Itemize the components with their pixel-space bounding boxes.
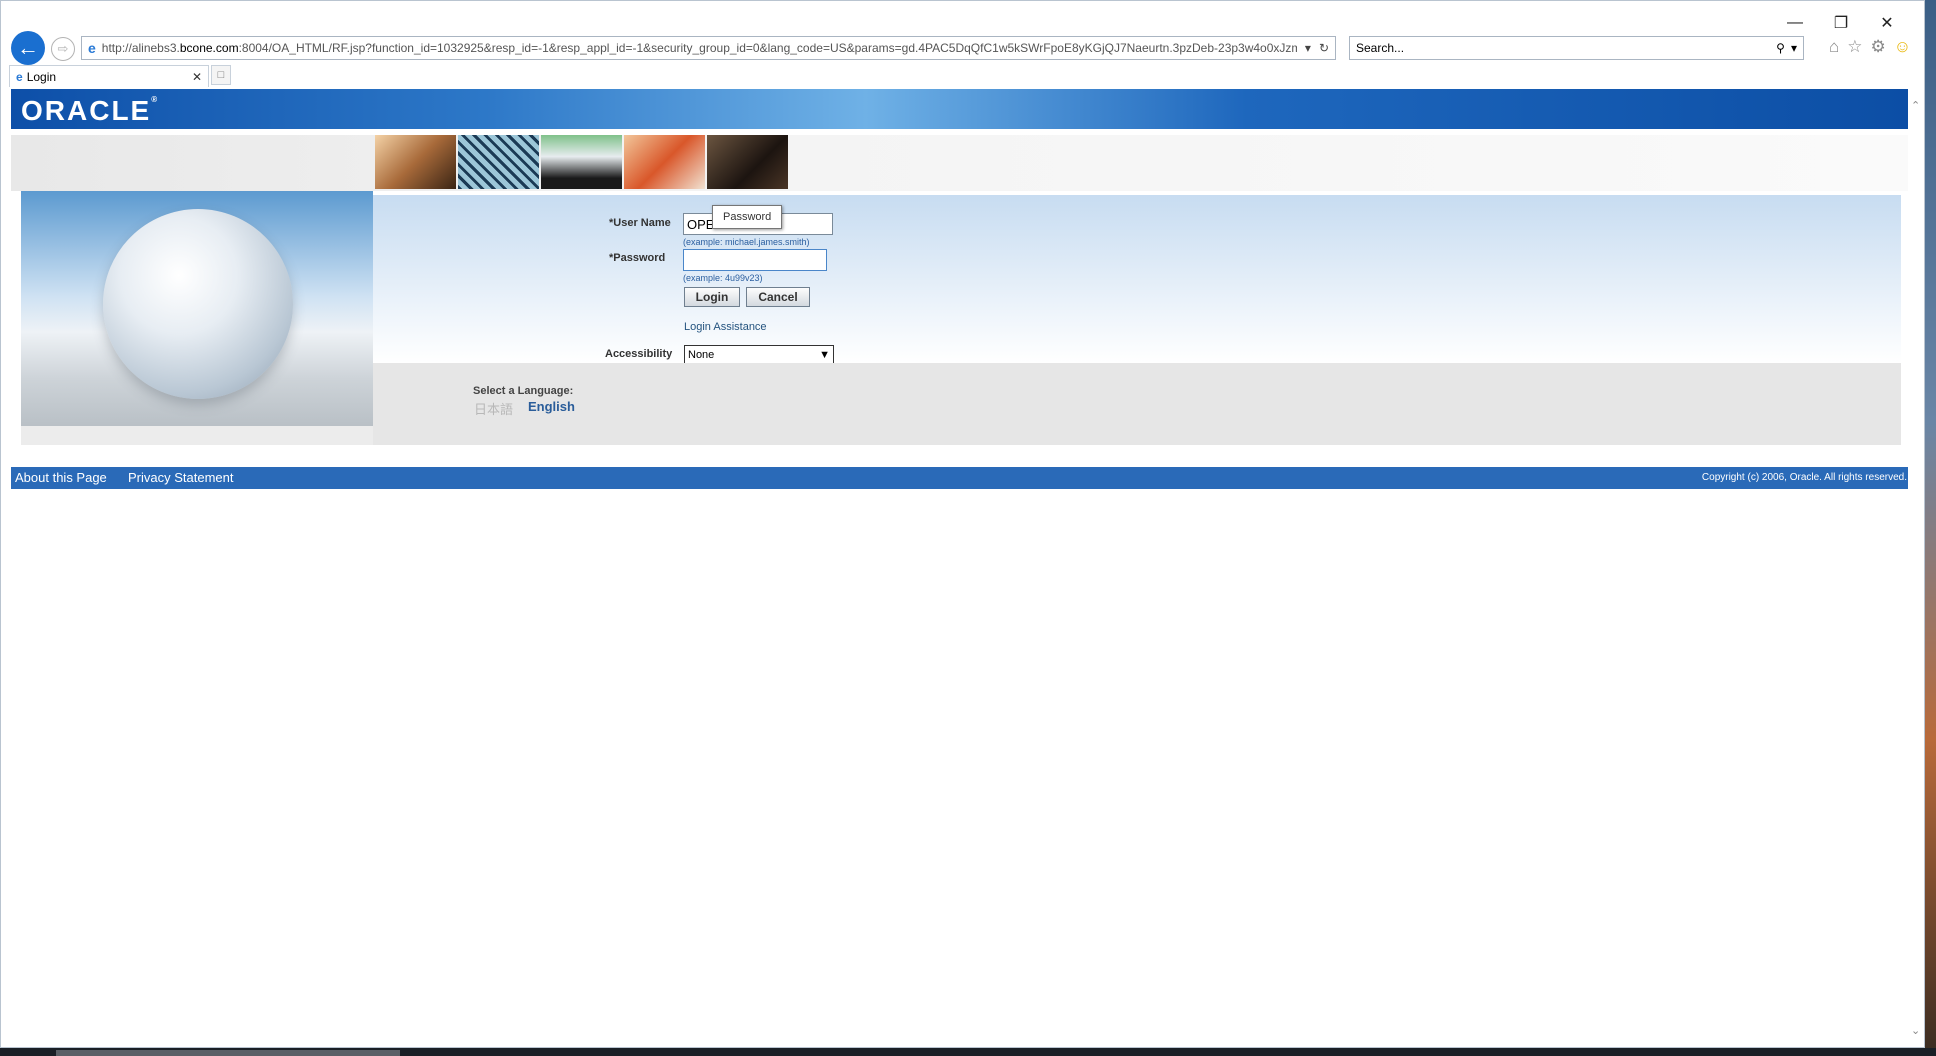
photo-worker: [541, 135, 622, 189]
hero-strip: [11, 135, 1911, 191]
tab-bar: e Login ✕ □: [9, 65, 231, 87]
language-japanese[interactable]: 日本語: [474, 399, 513, 418]
page-footer: About this Page Privacy Statement Copyri…: [11, 467, 1911, 489]
photo-businessman: [707, 135, 788, 189]
vertical-scrollbar[interactable]: ⌃ ⌄: [1908, 89, 1924, 1047]
settings-icon[interactable]: ⚙: [1871, 37, 1886, 57]
cancel-button[interactable]: Cancel: [746, 287, 810, 307]
left-lower-band: [21, 426, 373, 445]
ie-icon: e: [88, 40, 96, 56]
address-bar[interactable]: e http://alinebs3.bcone.com:8004/OA_HTML…: [81, 36, 1336, 60]
search-dropdown-icon[interactable]: ▾: [1791, 41, 1797, 55]
photo-support-agent: [624, 135, 705, 189]
password-hint: (example: 4u99v23): [683, 273, 763, 283]
smiley-icon[interactable]: ☺: [1894, 37, 1911, 57]
refresh-icon[interactable]: ↻: [1319, 41, 1329, 55]
home-icon[interactable]: ⌂: [1829, 37, 1839, 57]
globe-image: [103, 209, 293, 399]
favorites-icon[interactable]: ☆: [1847, 37, 1862, 57]
language-english[interactable]: English: [528, 399, 575, 414]
password-label: *Password: [609, 252, 666, 264]
globe-panel: [21, 191, 373, 426]
login-button[interactable]: Login: [684, 287, 740, 307]
dropdown-icon[interactable]: ▾: [1305, 41, 1311, 55]
username-label: *User Name: [609, 217, 671, 229]
photo-strip: [375, 135, 788, 189]
privacy-statement-link[interactable]: Privacy Statement: [128, 470, 234, 485]
password-tooltip: Password: [712, 205, 783, 229]
page-content: ORACLE® *User Name Password (example: mi…: [11, 89, 1911, 1047]
brand-header: ORACLE®: [11, 89, 1911, 129]
username-hint: (example: michael.james.smith): [683, 237, 810, 247]
url-text: http://alinebs3.bcone.com:8004/OA_HTML/R…: [101, 41, 1297, 55]
search-icon[interactable]: ⚲: [1776, 41, 1785, 55]
photo-tower: [458, 135, 539, 189]
password-field[interactable]: [683, 249, 827, 271]
new-tab-button[interactable]: □: [211, 65, 231, 85]
chevron-down-icon: ▼: [819, 348, 830, 361]
login-assistance-link[interactable]: Login Assistance: [684, 321, 767, 333]
forward-icon[interactable]: ⇨: [51, 37, 75, 61]
copyright-text: Copyright (c) 2006, Oracle. All rights r…: [1701, 472, 1907, 483]
browser-window: — ❐ ✕ ← ⇨ e http://alinebs3.bcone.com:80…: [0, 0, 1925, 1048]
scroll-down-icon[interactable]: ⌄: [1911, 1024, 1920, 1037]
navigation-bar: ← ⇨ e http://alinebs3.bcone.com:8004/OA_…: [9, 31, 1916, 65]
about-page-link[interactable]: About this Page: [15, 470, 107, 485]
close-tab-icon[interactable]: ✕: [192, 70, 202, 84]
taskbar: [0, 1048, 1936, 1056]
ie-tab-icon: e: [16, 69, 23, 84]
oracle-logo: ORACLE®: [21, 95, 160, 126]
toolbar-icons: ⌂ ☆ ⚙ ☺: [1829, 37, 1911, 57]
search-input[interactable]: Search... ⚲ ▾: [1349, 36, 1804, 60]
login-form: *User Name Password (example: michael.ja…: [373, 195, 1901, 364]
back-icon[interactable]: ←: [11, 31, 45, 65]
language-band: Select a Language: 日本語 English: [373, 363, 1901, 445]
accessibility-select[interactable]: None ▼: [684, 345, 834, 364]
language-heading: Select a Language:: [473, 385, 574, 397]
scroll-up-icon[interactable]: ⌃: [1911, 99, 1920, 112]
taskbar-item[interactable]: [56, 1050, 400, 1056]
accessibility-label: Accessibility: [605, 348, 673, 360]
photo-people: [375, 135, 456, 189]
tab-login[interactable]: e Login ✕: [9, 65, 209, 87]
